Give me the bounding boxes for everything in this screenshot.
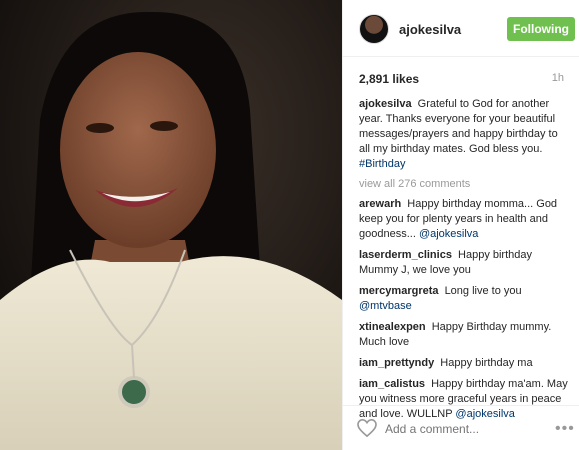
post-photo[interactable] — [0, 0, 342, 450]
comment-username[interactable]: iam_calistus — [359, 378, 425, 390]
comment-item: laserderm_clinics Happy birthday Mummy J… — [359, 248, 571, 278]
caption: ajokesilva Grateful to God for another y… — [359, 97, 571, 172]
comment-text: Happy birthday ma — [440, 357, 533, 369]
comment-username[interactable]: mercymargreta — [359, 285, 439, 297]
post-header: ajokesilva Following — [343, 0, 579, 57]
comments-section: ajokesilva Grateful to God for another y… — [359, 97, 571, 428]
following-button[interactable]: Following — [507, 17, 575, 41]
comment-footer: ••• — [343, 405, 579, 450]
comment-text: Long live to you — [444, 285, 522, 297]
caption-username[interactable]: ajokesilva — [359, 98, 412, 110]
post-details-panel: ajokesilva Following 2,891 likes 1h ajok… — [342, 0, 579, 450]
comment-mention[interactable]: @ajokesilva — [419, 228, 478, 240]
comment-username[interactable]: xtinealexpen — [359, 321, 426, 333]
portrait-image — [0, 0, 342, 450]
comment-username[interactable]: laserderm_clinics — [359, 249, 452, 261]
view-all-comments-link[interactable]: view all 276 comments — [359, 178, 571, 190]
post-author-username[interactable]: ajokesilva — [399, 22, 461, 37]
add-comment-input[interactable] — [385, 420, 545, 438]
comment-item: arewarh Happy birthday momma... God keep… — [359, 197, 571, 242]
avatar[interactable] — [359, 14, 389, 44]
comment-mention[interactable]: @mtvbase — [359, 300, 412, 312]
comment-item: iam_prettyndy Happy birthday ma — [359, 356, 571, 371]
like-count[interactable]: 2,891 likes — [359, 72, 419, 86]
comment-username[interactable]: iam_prettyndy — [359, 357, 434, 369]
comment-username[interactable]: arewarh — [359, 198, 401, 210]
comment-item: xtinealexpen Happy Birthday mummy. Much … — [359, 320, 571, 350]
post-timestamp[interactable]: 1h — [552, 72, 564, 84]
caption-hashtag[interactable]: #Birthday — [359, 158, 405, 170]
heart-icon[interactable] — [357, 419, 377, 437]
comment-item: mercymargreta Long live to you @mtvbase — [359, 284, 571, 314]
likes-row: 2,891 likes 1h — [359, 72, 564, 88]
more-options-icon[interactable]: ••• — [555, 420, 575, 438]
